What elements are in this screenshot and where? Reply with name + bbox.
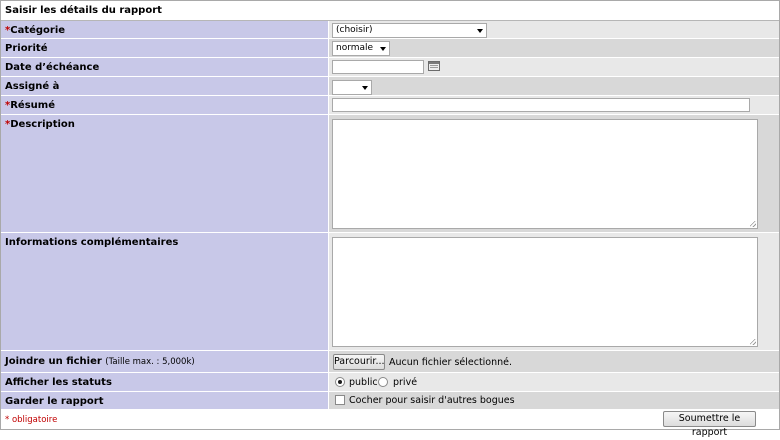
row-visibility: Afficher les statuts public privé (1, 373, 779, 392)
row-keep-report: Garder le rapport Cocher pour saisir d'a… (1, 392, 779, 410)
keep-report-label: Garder le rapport (5, 396, 104, 407)
additional-value-cell (329, 233, 779, 350)
attach-label: Joindre un fichier (5, 356, 102, 367)
category-label-cell: *Catégorie (1, 21, 329, 38)
description-label-cell: *Description (1, 115, 329, 232)
priority-selected-value: normale (336, 43, 374, 53)
priority-select[interactable]: normale (332, 41, 390, 56)
attach-value-cell: Parcourir... Aucun fichier sélectionné. (329, 351, 779, 372)
summary-input[interactable] (332, 98, 750, 112)
assigned-label-cell: Assigné à (1, 77, 329, 95)
due-date-label-cell: Date d’échéance (1, 58, 329, 76)
priority-label: Priorité (5, 43, 48, 54)
keep-report-label-cell: Garder le rapport (1, 392, 329, 409)
additional-label-cell: Informations complémentaires (1, 233, 329, 350)
category-label: Catégorie (10, 25, 66, 36)
additional-info-textarea[interactable] (332, 237, 758, 347)
attach-max-size: (Taille max. : 5,000k) (105, 357, 195, 367)
keep-report-checkbox[interactable] (335, 395, 345, 405)
attach-label-cell: Joindre un fichier (Taille max. : 5,000k… (1, 351, 329, 372)
priority-label-cell: Priorité (1, 39, 329, 57)
keep-report-value-cell: Cocher pour saisir d'autres bogues (329, 392, 779, 409)
chevron-down-icon (380, 47, 386, 51)
required-note: * obligatoire (5, 415, 58, 425)
visibility-label: Afficher les statuts (5, 377, 112, 388)
category-selected-value: (choisir) (336, 25, 373, 35)
chevron-down-icon (362, 86, 368, 90)
summary-value-cell (329, 96, 779, 114)
description-value-cell (329, 115, 779, 232)
form-title: Saisir les détails du rapport (5, 5, 162, 16)
radio-private[interactable] (378, 377, 388, 387)
report-form: Saisir les détails du rapport *Catégorie… (0, 0, 780, 438)
keep-report-checkbox-label: Cocher pour saisir d'autres bogues (349, 395, 515, 406)
resize-grip-icon[interactable] (750, 221, 756, 227)
assigned-select[interactable] (332, 80, 372, 95)
row-assigned: Assigné à (1, 77, 779, 96)
radio-public-label: public (349, 377, 378, 388)
no-file-text: Aucun fichier sélectionné. (389, 357, 513, 368)
form-footer: * obligatoire Soumettre le rapport (1, 410, 779, 438)
radio-selected-dot (338, 380, 342, 384)
assigned-label: Assigné à (5, 81, 60, 92)
due-date-value-cell (329, 58, 779, 76)
assigned-value-cell (329, 77, 779, 95)
category-select[interactable]: (choisir) (332, 23, 487, 38)
summary-label: Résumé (10, 100, 55, 111)
row-description: *Description (1, 115, 779, 233)
visibility-label-cell: Afficher les statuts (1, 373, 329, 391)
category-value-cell: (choisir) (329, 21, 779, 38)
description-label: Description (10, 119, 75, 130)
due-date-input[interactable] (332, 60, 424, 74)
chevron-down-icon (477, 29, 483, 33)
priority-value-cell: normale (329, 39, 779, 57)
due-date-label: Date d’échéance (5, 62, 100, 73)
calendar-icon[interactable] (428, 61, 440, 71)
browse-button[interactable]: Parcourir... (333, 354, 385, 370)
radio-public[interactable] (335, 377, 345, 387)
submit-report-button[interactable]: Soumettre le rapport (663, 411, 756, 438)
description-textarea[interactable] (332, 119, 758, 229)
summary-label-cell: *Résumé (1, 96, 329, 114)
visibility-value-cell: public privé (329, 373, 779, 391)
row-additional-info: Informations complémentaires (1, 233, 779, 351)
radio-private-label: privé (393, 377, 418, 388)
row-attach-file: Joindre un fichier (Taille max. : 5,000k… (1, 351, 779, 373)
row-priority: Priorité normale (1, 39, 779, 58)
form-header: Saisir les détails du rapport (1, 1, 779, 21)
additional-label: Informations complémentaires (5, 237, 179, 248)
row-category: *Catégorie (choisir) (1, 21, 779, 39)
row-summary: *Résumé (1, 96, 779, 115)
resize-grip-icon[interactable] (750, 339, 756, 345)
row-due-date: Date d’échéance (1, 58, 779, 77)
